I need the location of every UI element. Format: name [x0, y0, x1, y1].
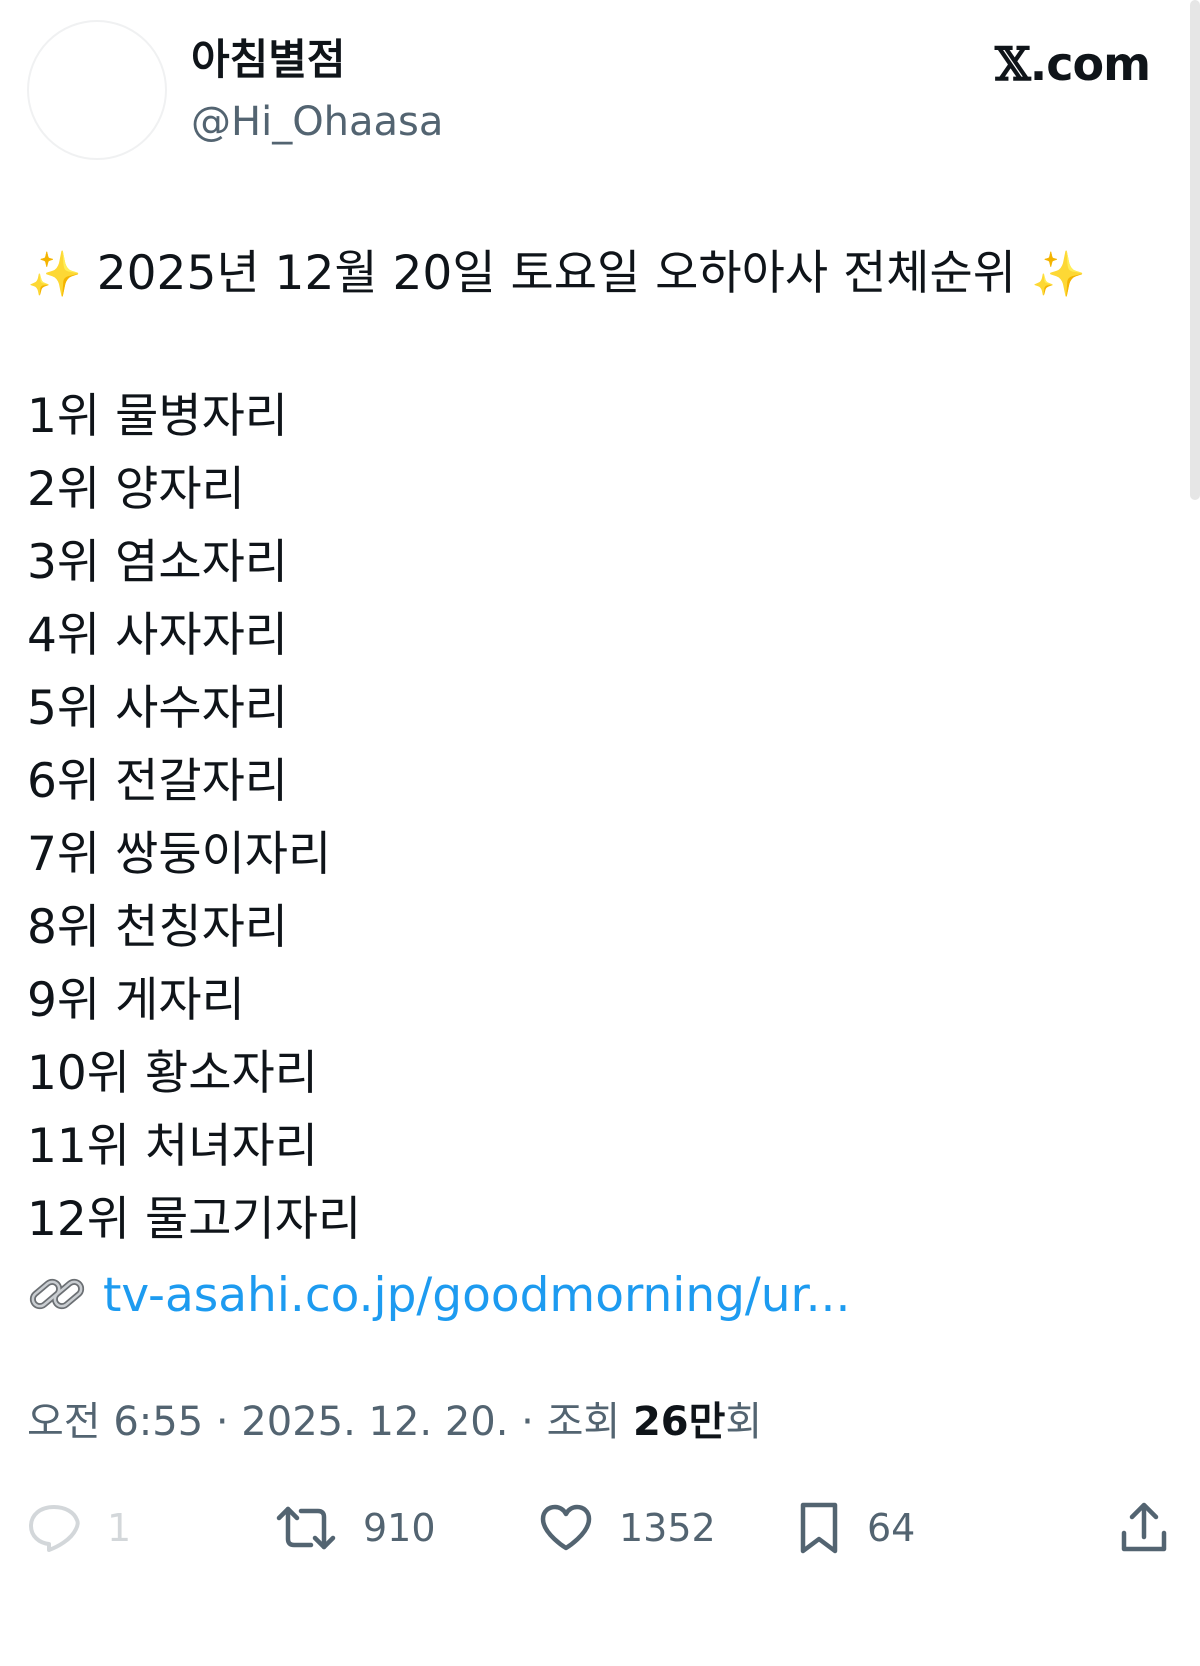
- ranking-item: 2위 양자리: [27, 462, 245, 517]
- author-handle[interactable]: @Hi_Ohaasa: [191, 94, 443, 150]
- like-count: 1352: [619, 1506, 716, 1550]
- meta-separator: ·: [508, 1399, 547, 1445]
- bookmark-count: 64: [867, 1506, 916, 1550]
- reply-button[interactable]: 1: [27, 1488, 131, 1568]
- retweet-button[interactable]: 910: [275, 1488, 436, 1568]
- ranking-item: 1위 물병자리: [27, 389, 289, 444]
- bookmark-button[interactable]: 64: [797, 1488, 915, 1568]
- author-display-name[interactable]: 아침별점: [191, 32, 346, 88]
- ranking-item: 12위 물고기자리: [27, 1192, 362, 1247]
- share-icon: [1119, 1501, 1169, 1555]
- reply-icon: [27, 1503, 81, 1553]
- x-com-watermark: 𝕏.com: [995, 36, 1151, 92]
- retweet-count: 910: [363, 1506, 436, 1550]
- ranking-item: 8위 천칭자리: [27, 900, 289, 955]
- tweet-time[interactable]: 오전 6:55: [27, 1399, 203, 1445]
- x-logo-letter: 𝕏: [995, 37, 1031, 91]
- ranking-item: 10위 황소자리: [27, 1046, 318, 1101]
- ranking-list: 1위 물병자리 2위 양자리 3위 염소자리 4위 사자자리 5위 사수자리 6…: [27, 380, 361, 1256]
- tweet-link[interactable]: tv-asahi.co.jp/goodmorning/ur...: [103, 1268, 850, 1323]
- ranking-item: 11위 처녀자리: [27, 1119, 318, 1174]
- tweet-date[interactable]: 2025. 12. 20.: [241, 1399, 508, 1445]
- views-suffix: 회: [725, 1399, 763, 1445]
- views-count: 26만: [632, 1399, 726, 1445]
- views-label: 조회: [546, 1399, 621, 1445]
- ranking-item: 7위 쌍둥이자리: [27, 827, 332, 882]
- watermark-domain: .com: [1029, 37, 1151, 91]
- scrollbar[interactable]: [1190, 0, 1200, 500]
- avatar[interactable]: [27, 20, 167, 160]
- tweet-link-line: tv-asahi.co.jp/goodmorning/ur...: [27, 1262, 850, 1330]
- ranking-item: 3위 염소자리: [27, 535, 289, 590]
- bookmark-icon: [797, 1501, 841, 1555]
- link-icon: [27, 1267, 89, 1321]
- ranking-item: 4위 사자자리: [27, 608, 289, 663]
- tweet-headline-line: ✨ 2025년 12월 20일 토요일 오하아사 전체순위 ✨: [27, 240, 1086, 309]
- sparkle-emoji-left: ✨: [27, 249, 82, 300]
- like-button[interactable]: 1352: [539, 1488, 716, 1568]
- sparkle-emoji-right: ✨: [1031, 249, 1086, 300]
- ranking-item: 9위 게자리: [27, 973, 245, 1028]
- ranking-item: 5위 사수자리: [27, 681, 289, 736]
- meta-separator: ·: [203, 1399, 242, 1445]
- reply-count: 1: [107, 1506, 132, 1550]
- action-bar: 1 910 1352 64: [27, 1488, 1173, 1568]
- like-icon: [539, 1503, 593, 1553]
- share-button[interactable]: [1119, 1488, 1169, 1568]
- tweet-meta: 오전 6:55 · 2025. 12. 20. · 조회 26만회: [27, 1392, 762, 1452]
- ranking-item: 6위 전갈자리: [27, 754, 289, 809]
- retweet-icon: [275, 1503, 337, 1553]
- tweet-headline: 2025년 12월 20일 토요일 오하아사 전체순위: [96, 246, 1017, 301]
